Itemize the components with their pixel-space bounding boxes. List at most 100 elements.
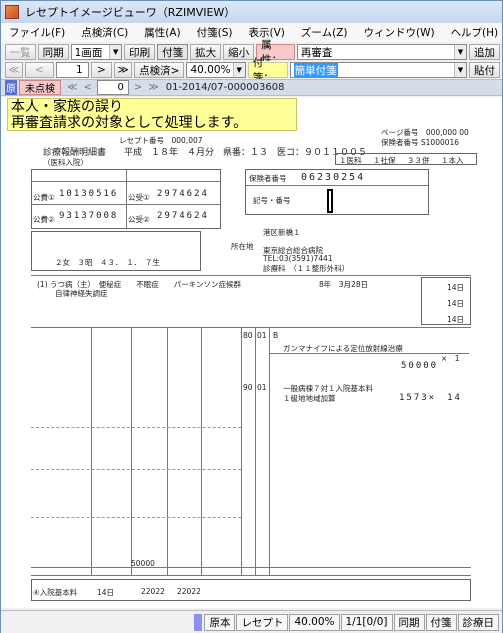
status-original: 原本 <box>204 613 236 631</box>
divider <box>31 427 241 428</box>
zoom-select[interactable]: 40.00% ▼ <box>186 62 246 78</box>
status-sync: 同期 <box>393 613 425 631</box>
document-nav-bar: 原 未点検 ≪ < 0 > ≫ 01-2014/07-000003608 <box>1 79 502 96</box>
first-page-button[interactable]: ≪ <box>4 62 23 78</box>
divider <box>167 327 168 575</box>
prev-page-button[interactable]: < <box>24 62 54 78</box>
unchecked-tag: 未点検 <box>19 80 61 95</box>
hospital-tel: TEL:03(3591)7441 <box>263 254 333 263</box>
recipient1-number: 2974624 <box>157 189 209 199</box>
receipt-image: レセプト番号 000,007 ページ番号 000,000 00 保険者番号 S1… <box>1 97 502 608</box>
chevron-down-icon[interactable]: ▼ <box>454 63 466 77</box>
recipient1-label: 公受① <box>128 193 150 202</box>
patient-name-birth: ２女 ３昭 ４３． １． ７生 <box>55 258 160 267</box>
menu-bar: ファイル(F) 点検済(C) 属性(A) 付箋(S) 表示(V) ズーム(Z) … <box>1 23 502 42</box>
symbol-label: 記号・番号 <box>253 196 291 205</box>
add-button[interactable]: 追加 <box>469 44 500 60</box>
app-icon <box>5 5 19 19</box>
kind-4: １本入 <box>441 156 464 165</box>
original-badge: 原 <box>5 80 17 95</box>
chevron-down-icon[interactable]: ▼ <box>454 45 466 59</box>
receipt-subheading: （医科入院） <box>43 158 88 167</box>
insurer-digits: 06230254 <box>301 172 366 183</box>
divider <box>31 517 241 518</box>
divider <box>201 327 202 575</box>
page-number-field[interactable]: 1 <box>55 62 89 78</box>
row-90b: 01 <box>257 383 267 392</box>
attribute-value: 再審査 <box>300 46 333 59</box>
insurer-label: 保険者番号 <box>249 174 287 183</box>
sticky-toggle-button[interactable]: 付箋 <box>157 44 189 60</box>
days-b: 14日 <box>447 299 465 308</box>
divider <box>245 185 429 186</box>
divider <box>126 169 127 229</box>
next-page-button[interactable]: > <box>90 62 113 78</box>
chevron-down-icon[interactable]: ▼ <box>109 45 122 59</box>
insurer-number-top: 保険者番号 S1000016 <box>381 138 460 147</box>
receipt-image-area[interactable]: レセプト番号 000,007 ページ番号 000,000 00 保険者番号 S1… <box>1 97 502 608</box>
paste-button[interactable]: 貼付 <box>469 62 500 78</box>
public2-label: 公費② <box>33 215 55 224</box>
attribute-select[interactable]: 再審査 ▼ <box>296 44 467 60</box>
menu-help[interactable]: ヘルプ(H) <box>443 25 503 40</box>
public1-number: 10130516 <box>59 189 119 199</box>
hospital-address-label: 所在地 <box>231 242 254 251</box>
nav-prev-button[interactable]: < <box>80 82 94 93</box>
divider <box>31 567 471 568</box>
days-a: 14日 <box>447 283 465 292</box>
sync-button[interactable]: 同期 <box>37 44 69 60</box>
window-title: レセプトイメージビューワ（RZIMVIEW） <box>25 6 236 19</box>
last-page-button[interactable]: ≫ <box>114 62 133 78</box>
public1-label: 公費① <box>33 193 55 202</box>
menu-attribute[interactable]: 属性(A) <box>136 25 188 40</box>
divider <box>91 327 92 575</box>
nav-first-button[interactable]: ≪ <box>64 82 80 93</box>
chevron-down-icon[interactable]: ▼ <box>232 63 245 77</box>
sticky-select[interactable]: 簡単付箋 ▼ <box>289 62 467 78</box>
zoom-out-button[interactable]: 縮小 <box>223 44 255 60</box>
sticky-note[interactable]: 本人・家族の誤り 再審査請求の対象として処理します。 <box>7 98 297 131</box>
divider <box>31 275 471 276</box>
item-b-mark: B <box>273 331 279 340</box>
nav-page-field[interactable]: 0 <box>96 80 129 95</box>
menu-file[interactable]: ファイル(F) <box>1 25 73 40</box>
status-zoom: 40.00% <box>289 613 340 631</box>
kind-2: １社保 <box>373 156 396 165</box>
kind-1: １医科 <box>339 156 362 165</box>
menu-sticky[interactable]: 付箋(S) <box>189 25 241 40</box>
sticky-note-line2: 再審査請求の対象として処理します。 <box>11 114 248 131</box>
toolbar-main: 一覧 同期 1画面 ▼ 印刷 付箋 拡大 縮小 属性： 再審査 ▼ 追加 <box>1 39 502 66</box>
menu-window[interactable]: ウィンドウ(W) <box>355 25 442 40</box>
status-sticky: 付箋 <box>425 613 457 631</box>
status-bar: 原本 レセプト 40.00% 1/1[0/0] 同期 付箋 診療日 <box>1 610 502 633</box>
disease-names-2: 自律神経失調症 <box>55 289 108 298</box>
checked-button[interactable]: 点検済> <box>134 62 185 78</box>
divider <box>31 469 241 470</box>
menu-checked[interactable]: 点検済(C) <box>73 25 136 40</box>
cursor-mark <box>327 189 333 213</box>
item-bed-amount: 1573× 14 <box>399 393 462 403</box>
start-date: 8年 3月28日 <box>319 280 369 289</box>
zoom-in-button[interactable]: 拡大 <box>190 44 222 60</box>
divider <box>31 575 471 576</box>
divider <box>255 327 256 575</box>
nav-next-button[interactable]: > <box>131 82 145 93</box>
print-button[interactable]: 印刷 <box>124 44 156 60</box>
item-bed-2: １級地地域加算 <box>283 394 336 403</box>
nav-last-button[interactable]: ≫ <box>145 82 161 93</box>
row-80b: 01 <box>257 331 267 340</box>
divider <box>269 353 469 354</box>
list-button[interactable]: 一覧 <box>4 44 36 60</box>
menu-zoom[interactable]: ズーム(Z) <box>293 25 356 40</box>
hospital-area: 港区新橋１ <box>263 228 301 237</box>
row-80: 80 <box>243 331 253 340</box>
screen-select[interactable]: 1画面 ▼ <box>70 44 123 60</box>
hospital-dept: 診療科 （１１整形外科） <box>263 264 350 273</box>
status-pages: 1/1[0/0] <box>340 613 393 631</box>
recipient2-number: 2974624 <box>157 211 209 221</box>
status-color-indicator <box>194 613 203 631</box>
divider <box>269 327 270 575</box>
sticky-label: 付箋： <box>247 57 288 84</box>
row-90: 90 <box>243 383 253 392</box>
item-b-qty: × 1 <box>441 354 460 363</box>
